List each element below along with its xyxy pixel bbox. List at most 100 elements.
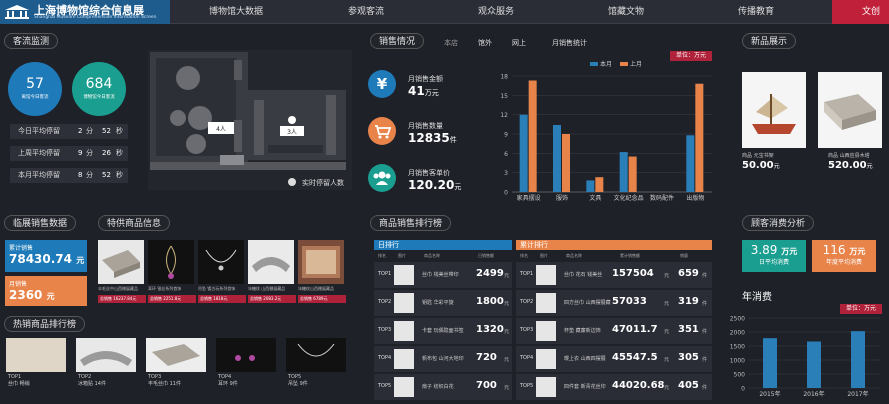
stay-row-label: 今日平均停留 — [18, 127, 60, 135]
special-thumb[interactable] — [98, 240, 144, 284]
stay-row-seconds: 52 — [102, 171, 111, 179]
hot-item-image[interactable] — [146, 338, 206, 372]
bar-last-month — [595, 177, 604, 192]
hot-item-caption: TOP2 冰箱贴 14件 — [78, 374, 106, 387]
stay-row-last-week: 上周平均停留 9 分 26 秒 — [10, 146, 128, 161]
y-tick-label: 1500 — [730, 344, 745, 351]
rank-number: TOP4 — [520, 355, 534, 361]
special-thumb[interactable] — [248, 240, 294, 284]
hot-item-caption: TOP1 丝巾 畅销 — [8, 374, 30, 387]
total-rank-row[interactable]: TOP5 四件套 新青花丝印 44020.68 元 405 件 — [516, 374, 712, 400]
tab-offsite[interactable]: 馆外 — [478, 38, 492, 48]
day-rank-row[interactable]: TOP1 丝巾 钱美丝带印 2499 元 — [374, 262, 512, 288]
special-thumb[interactable] — [298, 240, 344, 284]
sales-amount-label: 月销售金额 — [408, 75, 443, 83]
total-rank-row[interactable]: TOP2 四方丝巾 山西摆展藏 57033 元 319 件 — [516, 290, 712, 316]
rank-number: TOP5 — [520, 383, 534, 389]
bar-this-month — [553, 124, 561, 192]
rank-item-unit: 元 — [504, 385, 510, 391]
sales-panel-title: 销售情况 — [370, 33, 425, 49]
legend-swatch — [590, 62, 598, 66]
visitor-panel-title: 客流监测 — [4, 33, 59, 49]
today-visitors-circle: 57 离馆今日客流 — [8, 62, 62, 116]
hot-item-image[interactable] — [286, 338, 346, 372]
day-rank-row[interactable]: TOP2 钥匙 华彩平旋 1800 元 — [374, 290, 512, 316]
nav-creative[interactable]: 文创 — [832, 0, 889, 24]
nav-big-data[interactable]: 博物馆大数据 — [172, 0, 300, 24]
rank-number: TOP2 — [520, 299, 534, 305]
sales-qty-value: 12835件 — [408, 131, 457, 145]
bar-this-month — [686, 135, 695, 192]
y-tick-label: 1000 — [730, 358, 745, 365]
yen-icon: ¥ — [368, 70, 396, 98]
total-rank-header[interactable]: 累计排行 — [516, 240, 712, 250]
sales-qty-label: 月销售数量 — [408, 122, 443, 130]
rank-item-qty-unit: 件 — [702, 357, 708, 363]
svg-text:¥: ¥ — [377, 75, 388, 93]
col-total-sales: 累计销售额 — [620, 253, 640, 258]
y-tick-label: 500 — [734, 372, 746, 379]
nav-audience-service[interactable]: 观众服务 — [432, 0, 560, 24]
museum-logo-icon — [5, 5, 29, 19]
hot-item-caption: TOP4 耳环 9件 — [218, 374, 238, 387]
special-thumb[interactable] — [198, 240, 244, 284]
nav-visitor-flow[interactable]: 参观客流 — [300, 0, 432, 24]
tab-online[interactable]: 网上 — [512, 38, 526, 48]
special-thumb[interactable] — [148, 240, 194, 284]
rank-item-qty: 405 — [678, 380, 699, 391]
legend-label: 上月 — [630, 60, 642, 68]
logo: 上海博物馆综合信息展 Shanghai Museum Comprehensive… — [0, 0, 170, 24]
special-sales: 总销售 1818元 — [198, 295, 246, 303]
month-sales-value: 2360 元 — [9, 288, 55, 302]
stay-row-seconds: 52 — [102, 127, 111, 135]
nav-education[interactable]: 传播教育 — [692, 0, 820, 24]
app-subtitle: Shanghai Museum Comprehensive Informatio… — [34, 15, 157, 20]
col-day-sales: 日销售额 — [478, 253, 494, 258]
annual-bar — [763, 338, 777, 388]
special-name: 冰糖纹山西棚展藏品 — [298, 286, 334, 291]
col-rank: 排名 — [378, 253, 386, 258]
y-tick-label: 0 — [504, 190, 508, 197]
tab-monthly[interactable]: 月销售统计 — [552, 38, 587, 48]
annual-avg-box: 116 万元 年度平均消费 — [812, 240, 876, 272]
rank-item-unit: 元 — [504, 357, 510, 363]
special-sales: 总销售 2083.2元 — [248, 295, 296, 303]
hot-item-image[interactable] — [216, 338, 276, 372]
total-rank-row[interactable]: TOP1 丝巾 花石 钱美丝 157504 元 659 件 — [516, 262, 712, 288]
day-rank-row[interactable]: TOP4 帆布包 山河大地印 720 元 — [374, 346, 512, 372]
product-image-bookshelf[interactable] — [742, 72, 806, 148]
total-rank-row[interactable]: TOP3 杯垫 藏廉新边饰 47011.7 元 351 件 — [516, 318, 712, 344]
rank-item-name: 璎上衣 山西四摆展 — [564, 356, 606, 362]
day-rank-header[interactable]: 日排行 — [374, 240, 512, 250]
rank-item-value: 1320 — [476, 324, 504, 335]
legend-swatch — [620, 62, 628, 66]
tab-store[interactable]: 本店 — [444, 38, 458, 48]
product-label: 商品 元宝书架 — [742, 153, 774, 159]
stay-row-sec-unit: 秒 — [116, 149, 123, 157]
rank-panel-title: 商品销售排行榜 — [370, 215, 452, 231]
x-tick-label: 文化纪念品 — [614, 194, 644, 202]
hot-item-image[interactable] — [6, 338, 66, 372]
sales-unit-price-value: 120.20元 — [408, 178, 462, 192]
rank-item-name: 丝巾 花石 钱美丝 — [564, 272, 603, 278]
rank-item-unit: 元 — [504, 301, 510, 307]
x-tick-label: 2017年 — [847, 390, 868, 398]
day-rank-row[interactable]: TOP5 扇子 纺织白花 700 元 — [374, 374, 512, 400]
rank-number: TOP2 — [378, 299, 392, 305]
hot-item-image[interactable] — [76, 338, 136, 372]
y-tick-label: 0 — [741, 386, 745, 393]
rank-item-unit: 元 — [664, 385, 670, 391]
y-tick-label: 2000 — [730, 330, 745, 337]
total-rank-row[interactable]: TOP4 璎上衣 山西四摆展 45547.5 元 305 件 — [516, 346, 712, 372]
stay-row-this-month: 本月平均停留 8 分 52 秒 — [10, 168, 128, 183]
in-museum-value: 684 — [85, 76, 113, 92]
consumer-panel-title: 顾客消费分析 — [742, 215, 815, 231]
y-tick-label: 3 — [504, 170, 508, 177]
total-sales-value: 78430.74 元 — [9, 252, 85, 266]
daily-consumption-value: 3.89 万元 — [750, 243, 798, 257]
bar-this-month — [619, 152, 628, 192]
product-image-pagoda[interactable] — [818, 72, 882, 148]
nav-collection[interactable]: 馆藏文物 — [560, 0, 692, 24]
day-rank-row[interactable]: TOP3 卡套 玩偶隐面书签 1320 元 — [374, 318, 512, 344]
special-name: 耳环 银丝系列首饰 — [148, 286, 182, 291]
